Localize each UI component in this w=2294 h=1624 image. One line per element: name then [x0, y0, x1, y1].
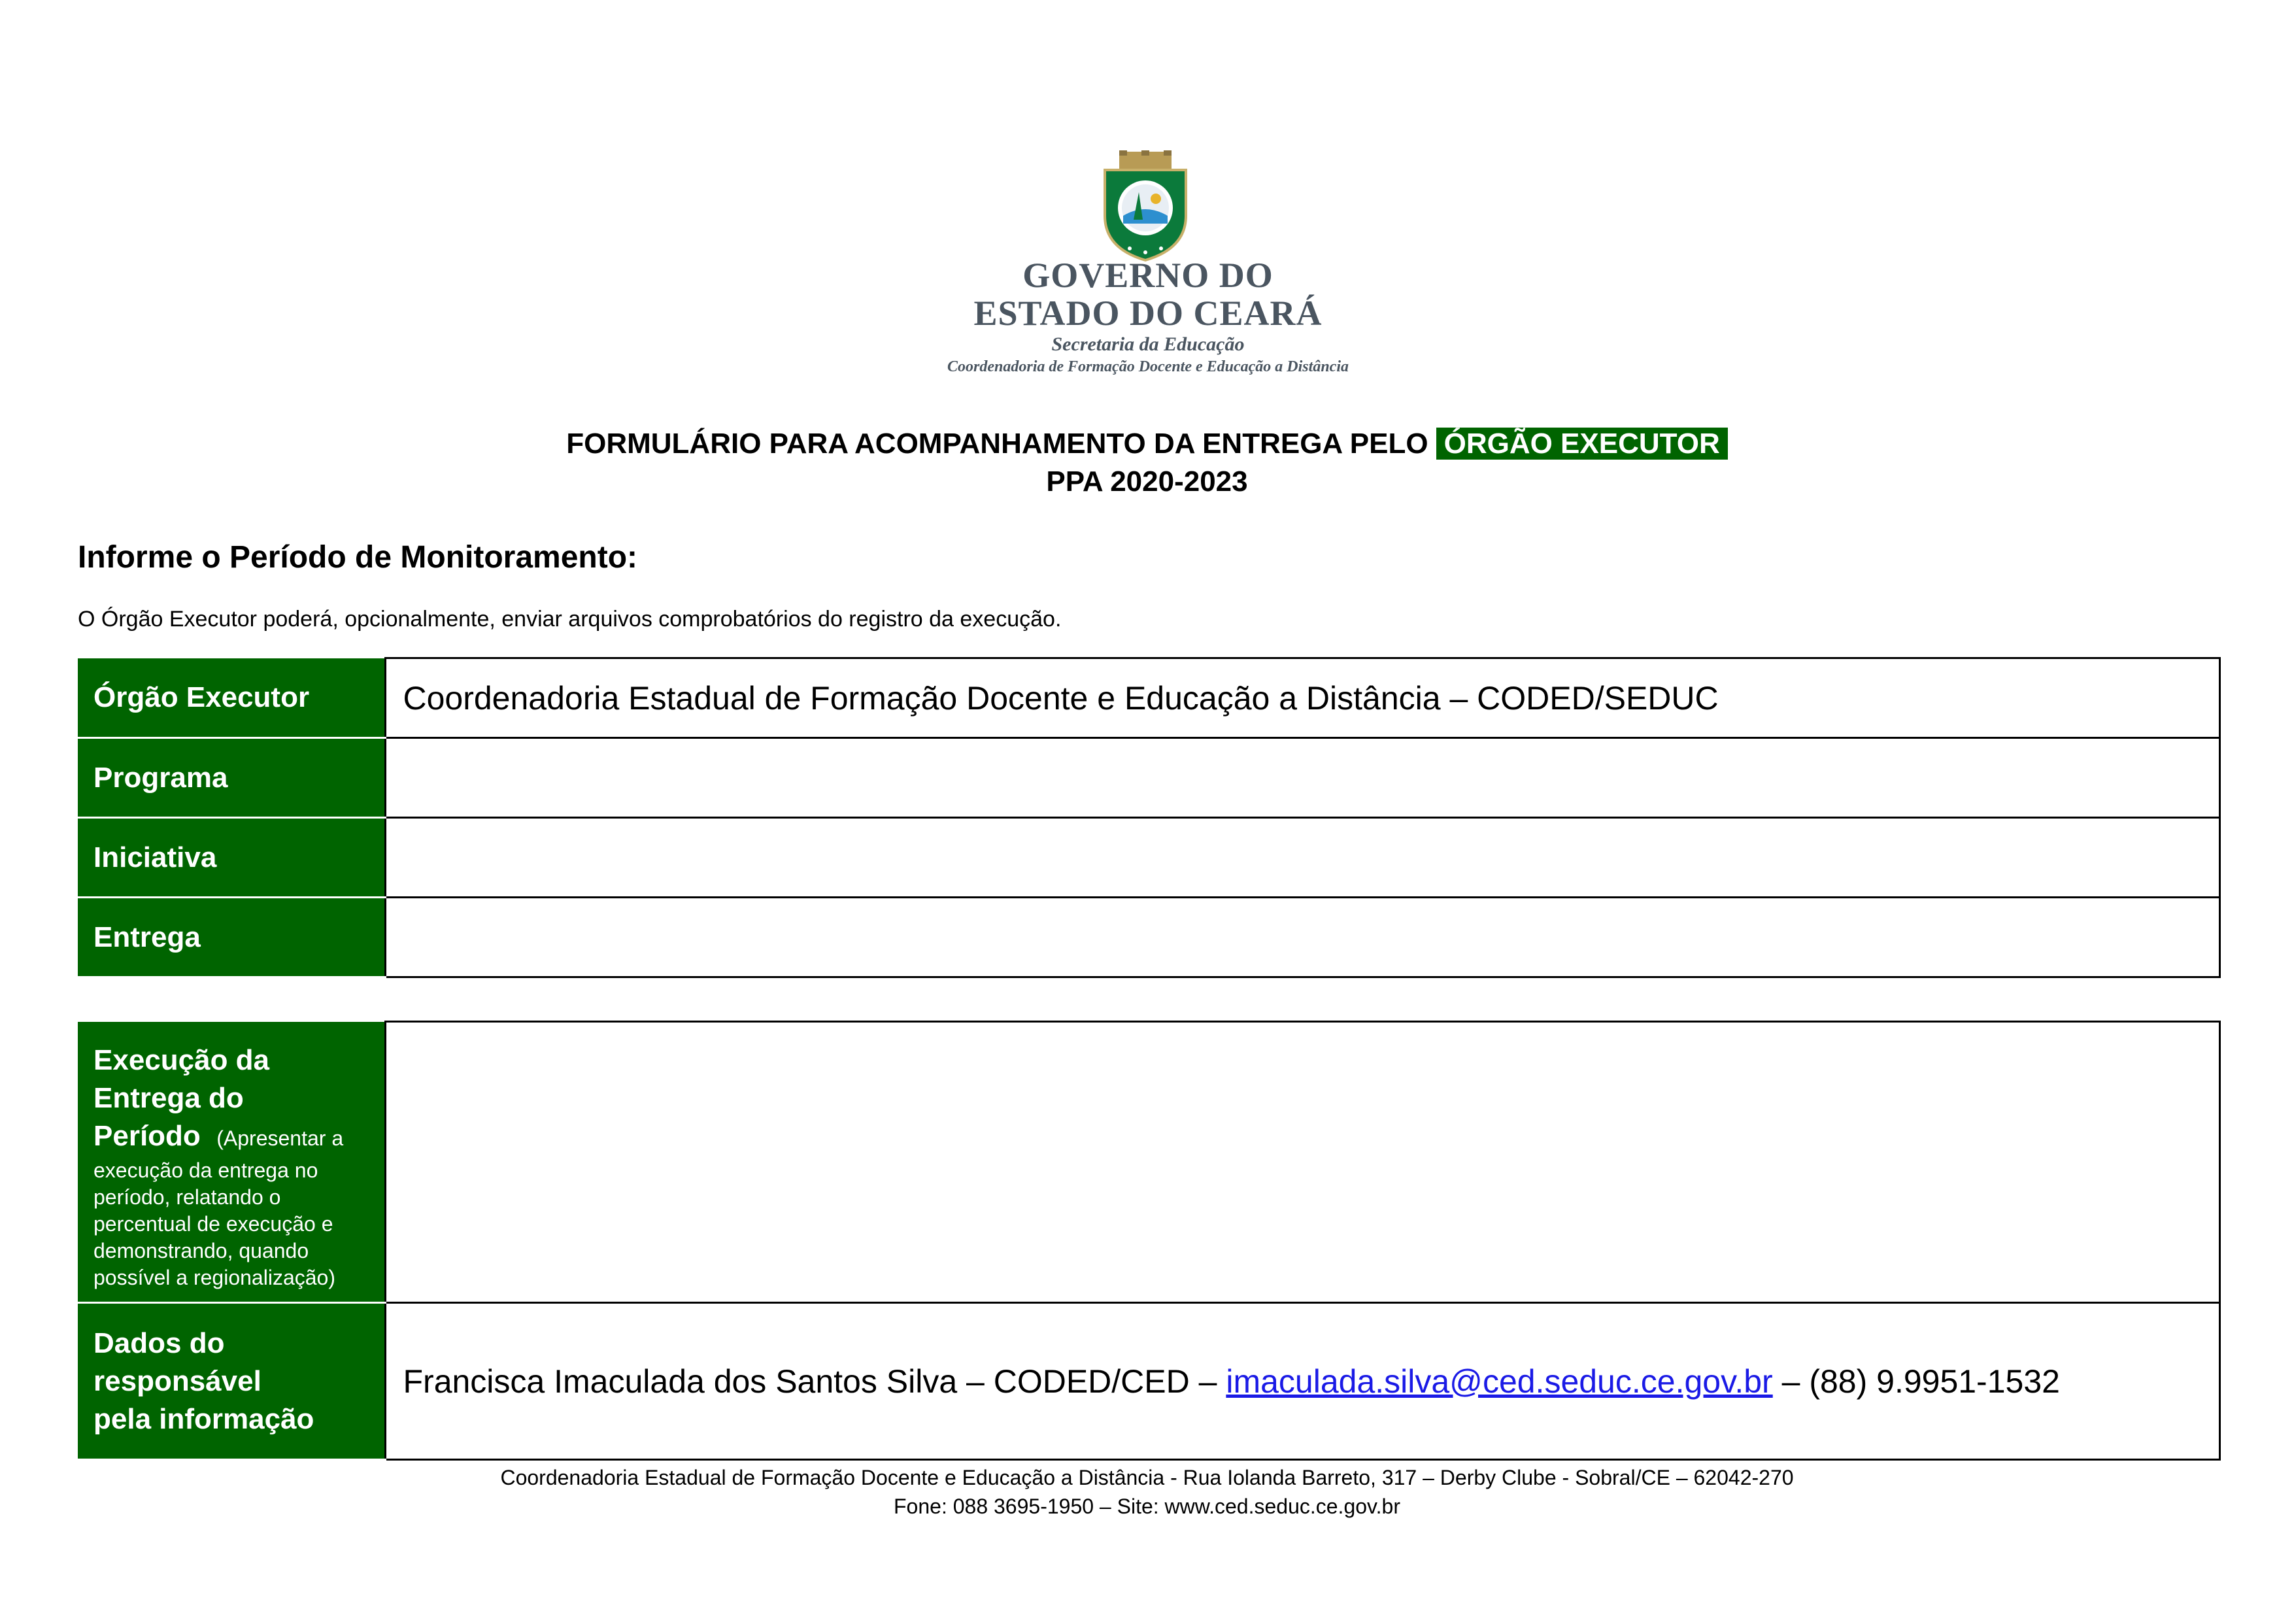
state-crest-icon — [1104, 150, 1187, 262]
form-subtitle: PPA 2020-2023 — [1046, 465, 1248, 498]
execucao-hint-line6: possível a regionalização) — [93, 1265, 335, 1289]
execucao-table: Execução da Entrega do Período (Apresent… — [78, 1021, 2221, 1461]
orgao-executor-field[interactable]: Coordenadoria Estadual de Formação Docen… — [385, 657, 2221, 738]
dados-label-line3: pela informação — [93, 1402, 314, 1435]
row-label-entrega: Entrega — [78, 897, 386, 978]
form-title: FORMULÁRIO PARA ACOMPANHAMENTO DA ENTREG… — [0, 428, 2294, 460]
optional-files-note: O Órgão Executor poderá, opcionalmente, … — [78, 607, 1062, 632]
execucao-label-line3: Período — [93, 1119, 201, 1152]
table-row: Órgão Executor Coordenadoria Estadual de… — [78, 657, 2221, 739]
responsavel-phone: – (88) 9.9951-1532 — [1781, 1362, 2060, 1400]
table-row: Entrega — [78, 896, 2221, 978]
form-title-highlight: ÓRGÃO EXECUTOR — [1436, 428, 1728, 460]
execucao-label-line1: Execução da — [93, 1043, 270, 1076]
row-label-execucao: Execução da Entrega do Período (Apresent… — [78, 1021, 386, 1304]
row-label-dados-responsavel: Dados do responsável pela informação — [78, 1302, 386, 1461]
dados-responsavel-field[interactable]: Francisca Imaculada dos Santos Silva – C… — [385, 1302, 2221, 1461]
execucao-hint-line3: período, relatando o — [93, 1185, 281, 1209]
programa-field[interactable] — [385, 737, 2221, 818]
execucao-hint-line4: percentual de execução e — [93, 1211, 333, 1236]
execucao-hint-line2: execução da entrega no — [93, 1158, 318, 1182]
logo-coordenadoria: Coordenadoria de Formação Docente e Educ… — [947, 358, 1349, 375]
logo-line-estado: ESTADO DO CEARÁ — [973, 294, 1323, 333]
footer-contact: Fone: 088 3695-1950 – Site: www.ced.sedu… — [894, 1495, 1400, 1518]
execucao-hint-line1: (Apresentar a — [216, 1126, 344, 1150]
execucao-hint-line5: demonstrando, quando — [93, 1238, 309, 1262]
table-row: Dados do responsável pela informação Fra… — [78, 1302, 2221, 1461]
row-label-orgao-executor: Órgão Executor — [78, 658, 386, 739]
iniciativa-field[interactable] — [385, 817, 2221, 898]
execucao-field[interactable] — [385, 1021, 2221, 1303]
entrega-info-table: Órgão Executor Coordenadoria Estadual de… — [78, 657, 2221, 978]
responsavel-name: Francisca Imaculada dos Santos Silva – C… — [403, 1362, 1217, 1400]
responsavel-email-link[interactable]: imaculada.silva@ced.seduc.ce.gov.br — [1226, 1363, 1772, 1400]
footer-address: Coordenadoria Estadual de Formação Docen… — [500, 1466, 1794, 1489]
logo-line-governo: GOVERNO DO — [1022, 256, 1274, 295]
table-row: Iniciativa — [78, 817, 2221, 898]
table-row: Execução da Entrega do Período (Apresent… — [78, 1021, 2221, 1304]
dados-label-line2: responsável — [93, 1364, 261, 1397]
monitoring-period-heading: Informe o Período de Monitoramento: — [78, 540, 638, 575]
entrega-field[interactable] — [385, 896, 2221, 978]
logo-secretaria: Secretaria da Educação — [1051, 333, 1245, 355]
execucao-label-line2: Entrega do — [93, 1081, 244, 1114]
dados-label-line1: Dados do — [93, 1327, 225, 1359]
row-label-iniciativa: Iniciativa — [78, 817, 386, 898]
government-logo: GOVERNO DO ESTADO DO CEARÁ Secretaria da… — [913, 150, 1383, 379]
form-title-text: FORMULÁRIO PARA ACOMPANHAMENTO DA ENTREG… — [566, 428, 1428, 460]
table-row: Programa — [78, 737, 2221, 819]
row-label-programa: Programa — [78, 737, 386, 819]
